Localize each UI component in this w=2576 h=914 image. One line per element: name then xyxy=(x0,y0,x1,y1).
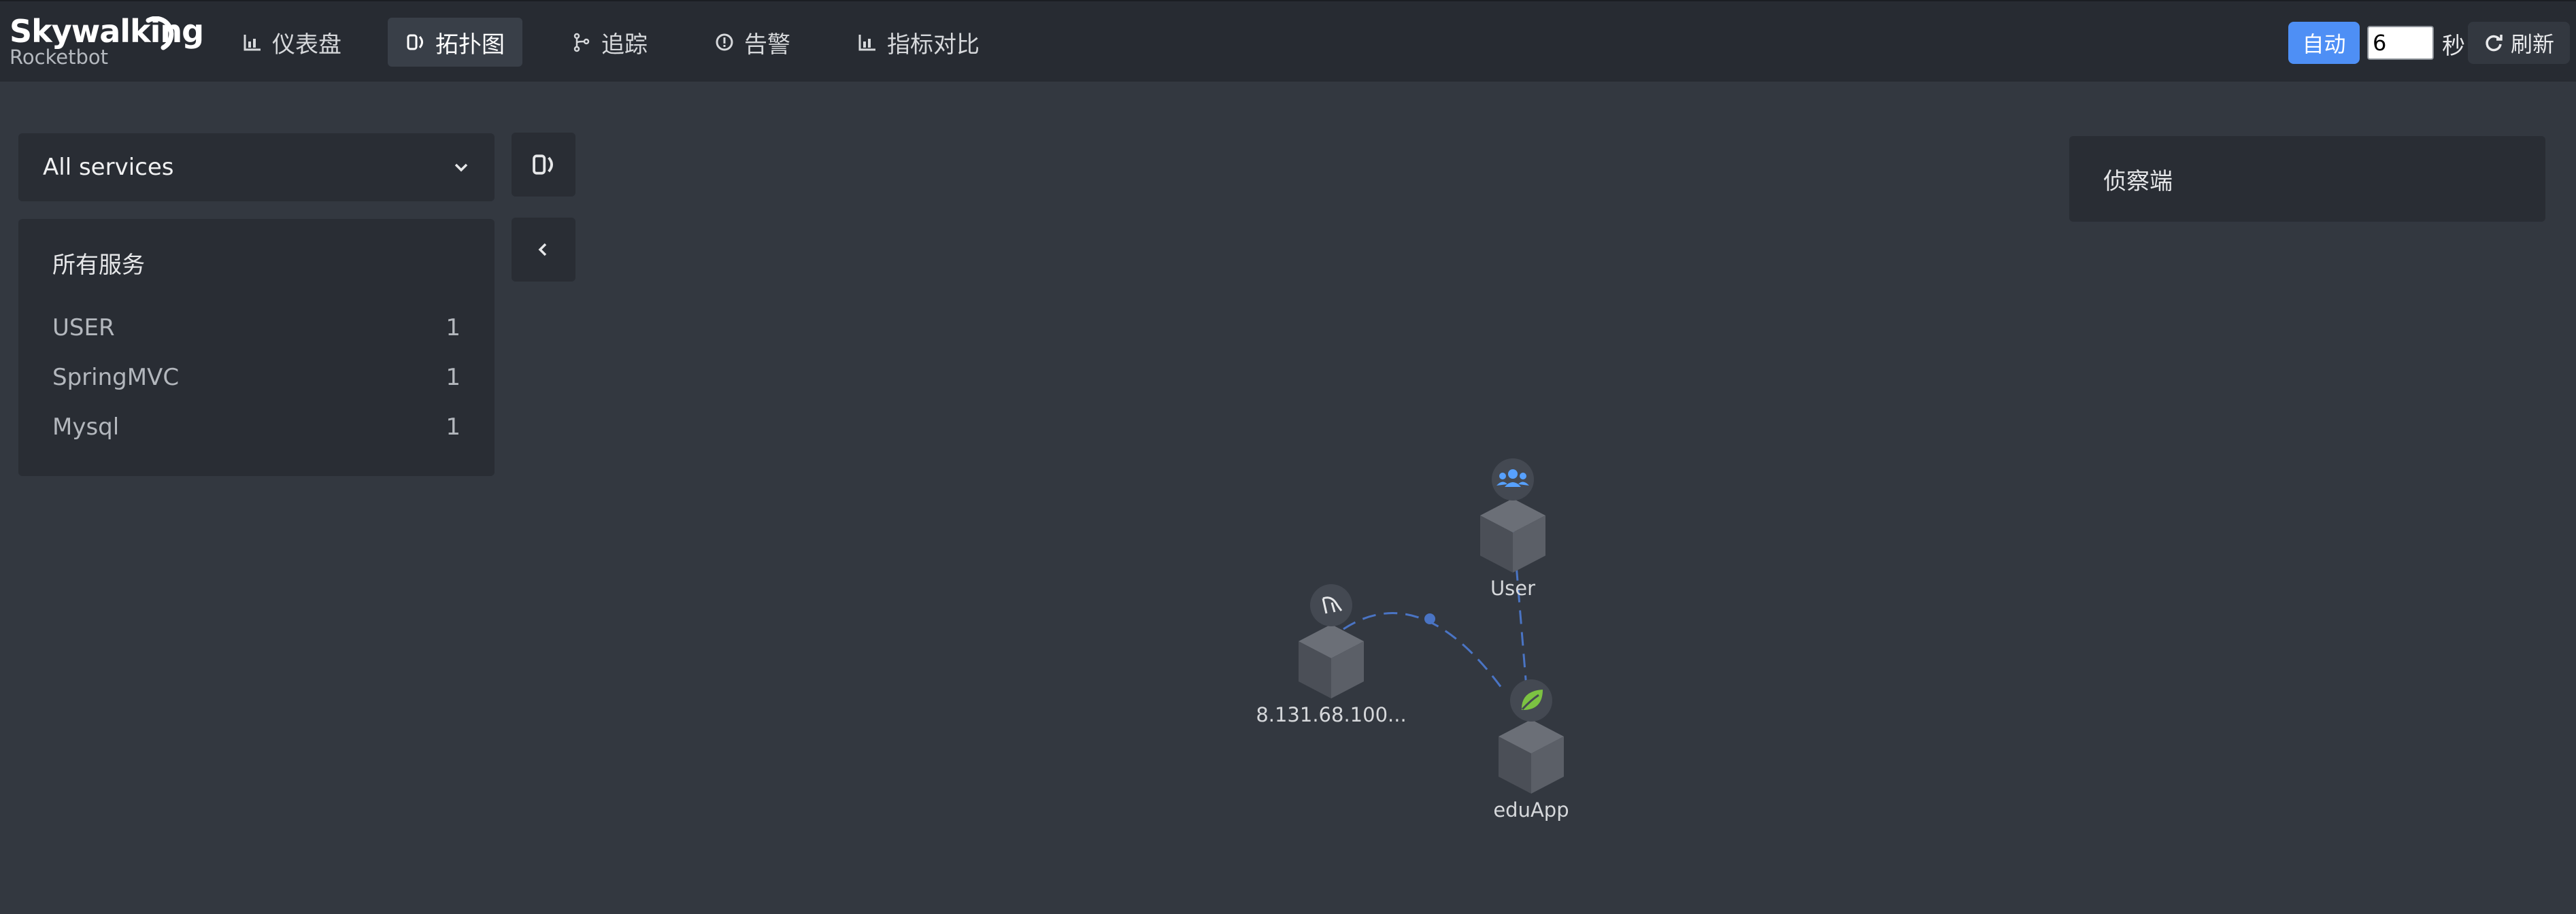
nav-dashboard-label: 仪表盘 xyxy=(272,31,341,58)
topology-icon xyxy=(533,154,553,175)
node-label: eduApp xyxy=(1493,798,1569,822)
nav-alarm[interactable]: 告警 xyxy=(697,18,808,67)
chart-icon xyxy=(242,32,263,52)
node-label: User xyxy=(1490,577,1535,600)
nav-dashboard[interactable]: 仪表盘 xyxy=(224,18,359,67)
chart-icon xyxy=(857,32,877,52)
refresh-label: 刷新 xyxy=(2510,31,2554,57)
trace-icon xyxy=(571,32,592,52)
node-label: 8.131.68.100... xyxy=(1256,703,1406,726)
service-name: SpringMVC xyxy=(52,363,180,391)
services-panel: 所有服务 USER 1 SpringMVC 1 Mysql 1 xyxy=(18,219,495,476)
nav-topology-label: 拓扑图 xyxy=(435,31,505,58)
topology-icon xyxy=(405,32,426,52)
topology-node-eduapp[interactable]: eduApp xyxy=(1493,679,1569,822)
service-select-value: All services xyxy=(43,154,174,181)
detector-panel: 侦察端 xyxy=(2069,136,2545,222)
seconds-label: 秒 xyxy=(2442,33,2465,60)
chevron-left-icon xyxy=(538,243,547,256)
service-row-mysql[interactable]: Mysql 1 xyxy=(52,402,461,452)
interval-input[interactable] xyxy=(2367,26,2434,60)
collapse-panel-button[interactable] xyxy=(512,218,575,282)
nav-metrics-compare-label: 指标对比 xyxy=(887,31,980,58)
nav-topology[interactable]: 拓扑图 xyxy=(388,18,522,67)
nav-trace[interactable]: 追踪 xyxy=(554,18,665,67)
topology-node-user[interactable]: User xyxy=(1480,458,1545,600)
service-name: USER xyxy=(52,314,115,341)
edge-eduapp-mysql[interactable] xyxy=(1343,612,1505,691)
refresh-button[interactable]: 刷新 xyxy=(2468,22,2570,64)
refresh-icon xyxy=(2486,35,2503,52)
top-header: Skywalking Rocketbot 仪表盘 拓扑图 追踪 告警 指标对比 xyxy=(0,0,2576,82)
edge-eduapp-mysql-dot xyxy=(1424,613,1435,624)
detector-title: 侦察端 xyxy=(2103,167,2173,195)
topology-view-toggle-button[interactable] xyxy=(512,133,575,197)
service-count: 1 xyxy=(446,363,461,391)
service-select[interactable]: All services xyxy=(18,133,495,201)
auto-refresh-button[interactable]: 自动 xyxy=(2288,22,2360,64)
service-row-user[interactable]: USER 1 xyxy=(52,303,461,352)
alert-icon xyxy=(714,32,735,52)
service-row-springmvc[interactable]: SpringMVC 1 xyxy=(52,352,461,402)
chevron-down-icon xyxy=(454,163,468,172)
logo[interactable]: Skywalking Rocketbot xyxy=(10,14,204,68)
service-count: 1 xyxy=(446,314,461,341)
nav-alarm-label: 告警 xyxy=(744,31,790,58)
service-count: 1 xyxy=(446,413,461,441)
nav-metrics-compare[interactable]: 指标对比 xyxy=(839,18,997,67)
logo-arc-icon xyxy=(146,16,174,50)
nav-trace-label: 追踪 xyxy=(601,31,648,58)
service-name: Mysql xyxy=(52,413,120,441)
topology-node-mysql[interactable]: 8.131.68.100... xyxy=(1256,584,1407,726)
services-panel-title: 所有服务 xyxy=(52,252,145,279)
